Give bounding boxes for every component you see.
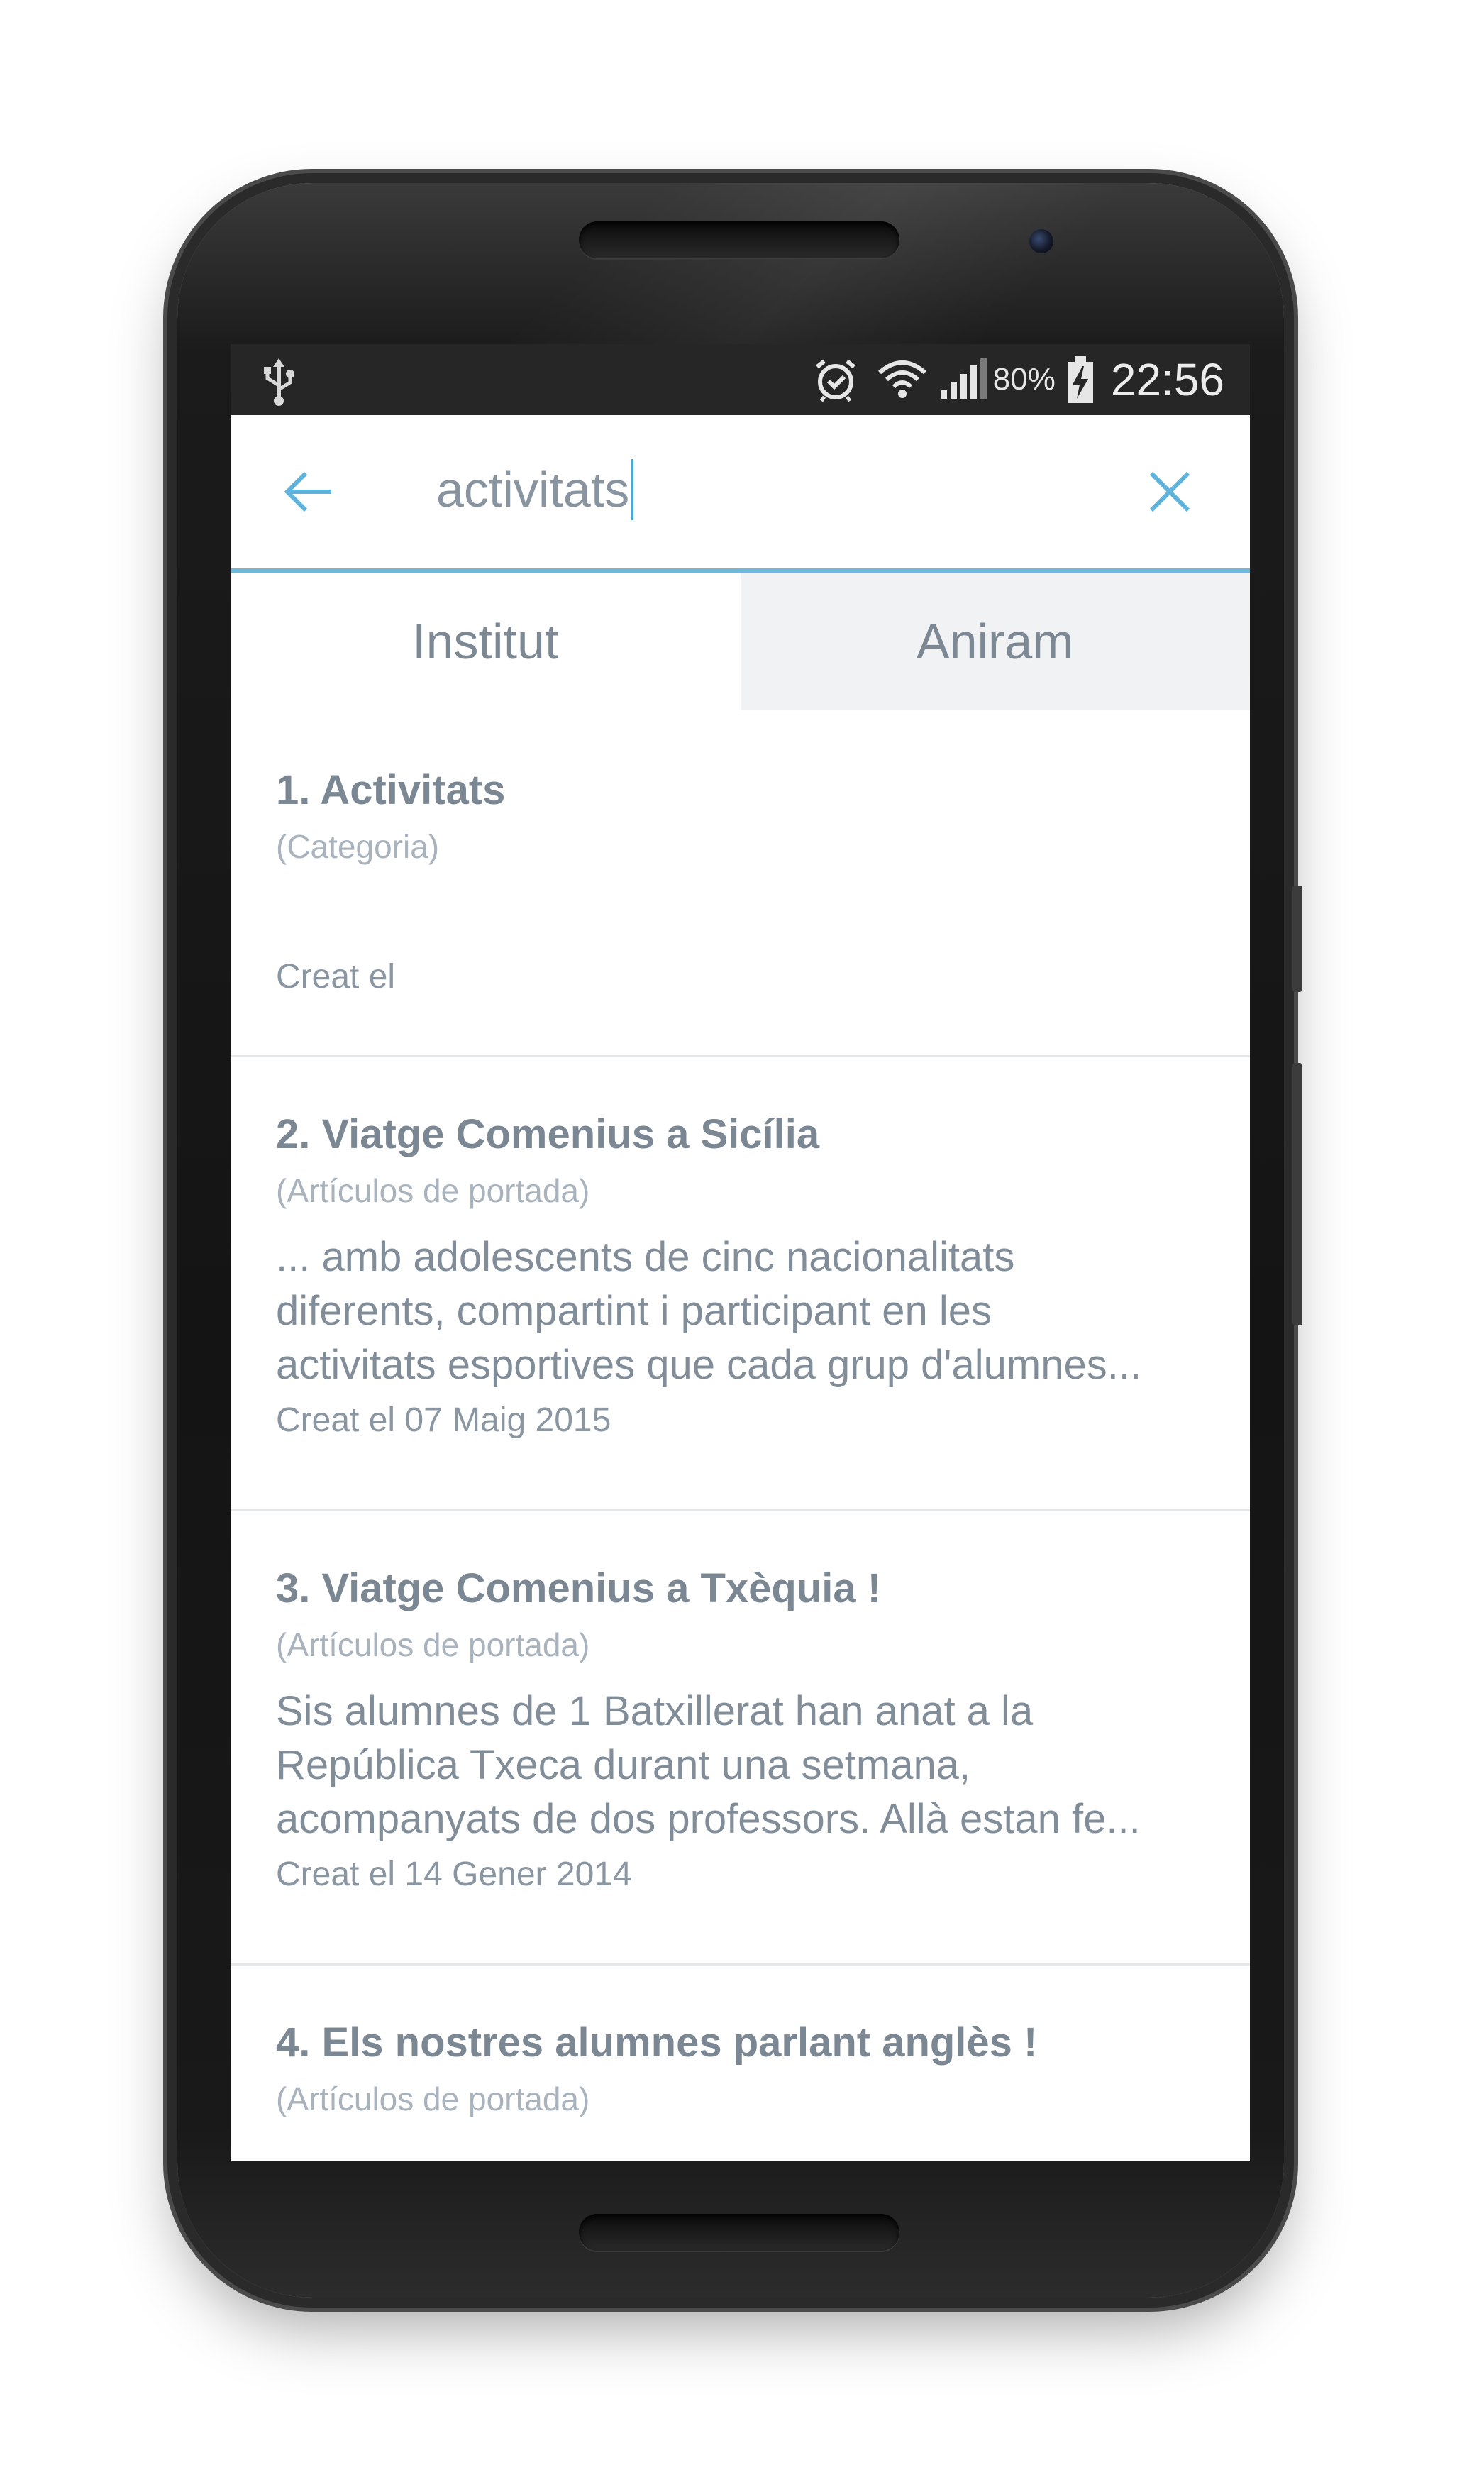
usb-icon <box>264 358 294 406</box>
text-caret <box>631 459 634 520</box>
result-snippet-line: activitats esportives que cada grup d'al… <box>276 1342 1142 1388</box>
list-item[interactable]: 2. Viatge Comenius a Sicília (Artículos … <box>231 1057 1250 1511</box>
tab-aniram[interactable]: Aniram <box>740 573 1250 710</box>
wifi-icon <box>877 360 926 398</box>
result-category: (Artículos de portada) <box>276 1626 590 1663</box>
list-item[interactable]: 1. Activitats (Categoria) Creat el <box>231 710 1250 1057</box>
result-created-date: Creat el 14 Gener 2014 <box>276 1856 632 1893</box>
list-item[interactable]: 3. Viatge Comenius a Txèquia ! (Artículo… <box>231 1511 1250 1966</box>
result-category: (Artículos de portada) <box>276 1172 590 1209</box>
result-snippet-line: acompanyats de dos professors. Allà esta… <box>276 1796 1141 1842</box>
tab-institut[interactable]: Institut <box>231 573 741 710</box>
front-camera <box>1029 229 1053 253</box>
search-bar: activitats <box>231 415 1250 573</box>
result-snippet-line: diferents, compartint i participant en l… <box>276 1288 992 1334</box>
result-category: (Artículos de portada) <box>276 2080 590 2117</box>
close-icon[interactable] <box>1143 465 1197 519</box>
status-clock: 22:56 <box>1110 354 1224 405</box>
arrow-left-icon[interactable] <box>280 463 337 520</box>
power-button[interactable] <box>1292 886 1302 992</box>
battery-percent: 80% <box>992 362 1056 397</box>
result-title: 2. Viatge Comenius a Sicília <box>276 1111 820 1157</box>
result-snippet-line: Sis alumnes de 1 Batxillerat han anat a … <box>276 1688 1034 1734</box>
result-created-date: Creat el <box>276 958 396 996</box>
list-item[interactable]: 4. Els nostres alumnes parlant anglès ! … <box>231 1966 1250 2161</box>
result-category: (Categoria) <box>276 828 440 865</box>
search-results-list: 1. Activitats (Categoria) Creat el 2. Vi… <box>231 710 1250 2161</box>
top-speaker-grille <box>579 221 899 258</box>
bottom-speaker-grille <box>579 2214 899 2251</box>
phone-screen: 80% 22:56 activitats Institut Aniram 1. … <box>231 344 1250 2161</box>
search-input[interactable]: activitats <box>436 451 1075 529</box>
result-title: 1. Activitats <box>276 767 506 813</box>
result-title: 3. Viatge Comenius a Txèquia ! <box>276 1565 882 1611</box>
volume-rocker[interactable] <box>1292 1063 1302 1325</box>
signal-icon <box>940 358 987 399</box>
search-query-text: activitats <box>436 462 630 517</box>
result-snippet-line: República Txeca durant una setmana, <box>276 1742 971 1788</box>
status-bar: 80% 22:56 <box>231 344 1250 415</box>
alarm-icon <box>815 359 855 402</box>
result-snippet-line: ... amb adolescents de cinc nacionalitat… <box>276 1234 1015 1280</box>
battery-charging-icon <box>1067 356 1093 403</box>
status-icons: 80% 22:56 <box>813 344 1224 415</box>
result-title: 4. Els nostres alumnes parlant anglès ! <box>276 2019 1038 2066</box>
source-tabs: Institut Aniram <box>231 573 1250 710</box>
result-created-date: Creat el 07 Maig 2015 <box>276 1401 611 1439</box>
